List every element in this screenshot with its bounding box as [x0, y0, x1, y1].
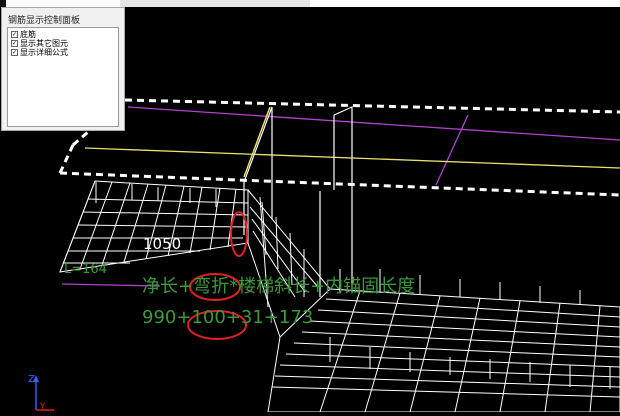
- checkbox-show-detailed-formula[interactable]: ✓: [11, 49, 18, 56]
- top-strip-toolbar: [120, 0, 310, 7]
- rebar-display-control-panel[interactable]: 钢筋显示控制面板 ✓ 底筋 ✓ 显示其它图元 ✓ 显示详细公式: [1, 7, 125, 131]
- axis-indicator: Z Y: [24, 372, 64, 416]
- axis-z-label: Z: [28, 374, 35, 385]
- window-top-strip: [0, 0, 620, 7]
- axis-y-label: Y: [40, 402, 46, 412]
- dimension-label: 1050: [143, 235, 182, 253]
- purple-line-diagonal: [435, 114, 469, 186]
- option-label: 底筋: [20, 30, 36, 39]
- upper-mesh: [59, 180, 249, 273]
- option-label: 显示其它图元: [20, 39, 68, 48]
- highlight-ellipse-bend: [230, 211, 248, 257]
- yellow-line-diagonal: [243, 106, 271, 178]
- checkbox-bottom-rebar[interactable]: ✓: [11, 31, 18, 38]
- checkbox-show-other-elements[interactable]: ✓: [11, 40, 18, 47]
- option-show-other-elements[interactable]: ✓ 显示其它图元: [11, 39, 68, 48]
- panel-option-list: ✓ 底筋 ✓ 显示其它图元 ✓ 显示详细公式: [7, 27, 119, 127]
- option-bottom-rebar[interactable]: ✓ 底筋: [11, 30, 36, 39]
- option-label: 显示详细公式: [20, 48, 68, 57]
- purple-line-top: [127, 106, 620, 141]
- formula-values: 990+100+31+173: [142, 307, 314, 328]
- top-strip-dark-left: [0, 0, 6, 7]
- option-show-detailed-formula[interactable]: ✓ 显示详细公式: [11, 48, 68, 57]
- slab-dashed-outline: [58, 98, 620, 197]
- panel-title: 钢筋显示控制面板: [8, 16, 81, 26]
- corner-length-label: L=164: [64, 262, 107, 277]
- formula-description: 净长+弯折*楼梯斜长+内锚固长度: [142, 276, 416, 297]
